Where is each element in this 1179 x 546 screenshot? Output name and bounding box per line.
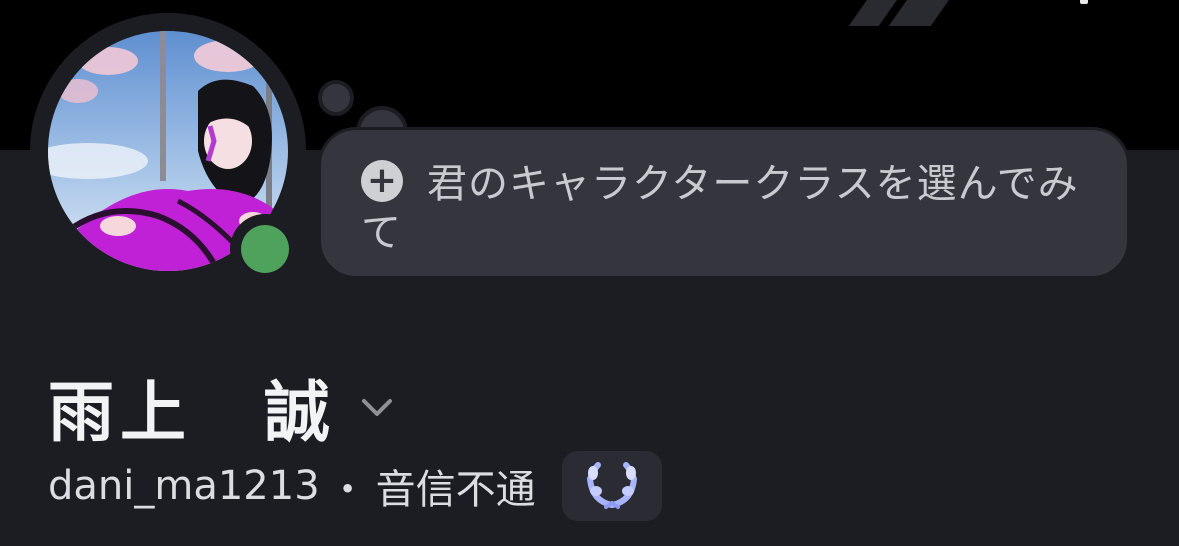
display-name: 雨上 誠	[48, 374, 336, 451]
chevron-down-icon[interactable]	[360, 390, 394, 424]
banner-decoration	[888, 0, 958, 26]
profile-badge[interactable]	[561, 451, 662, 521]
thought-bubble-dot	[318, 80, 354, 116]
custom-status-prompt: 君のキャラクタークラスを選んでみて	[361, 161, 1079, 256]
profile-subtitle-row: dani_ma1213 ・ 音信不通	[48, 450, 662, 522]
username: dani_ma1213	[48, 463, 320, 509]
separator: ・	[327, 467, 368, 513]
online-status-indicator	[241, 225, 289, 273]
pronouns: 音信不通	[375, 467, 536, 513]
display-name-row[interactable]: 雨上 誠	[48, 362, 394, 452]
laurel-wreath-icon	[586, 462, 637, 509]
banner-decoration	[1080, 0, 1088, 4]
custom-status-bubble[interactable]: + 君のキャラクタークラスを選んでみて	[318, 127, 1130, 279]
